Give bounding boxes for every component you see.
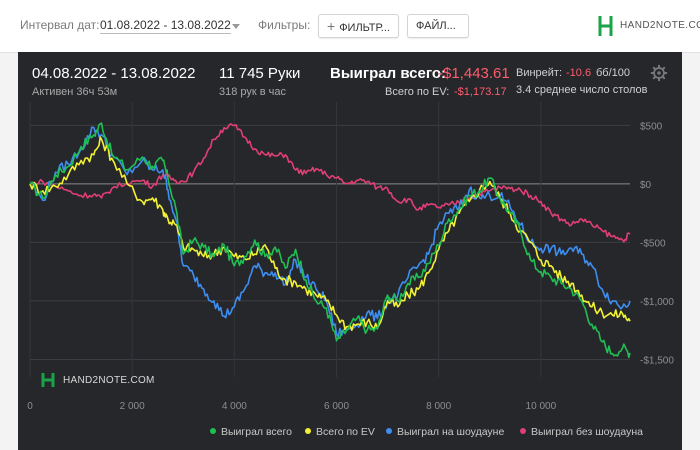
legend-label: Выиграл без шоудауна	[531, 426, 643, 438]
y-tick-label: -$500	[640, 238, 666, 249]
filters-label: Фильтры:	[258, 18, 311, 32]
winnings-chart[interactable]: $500 $0 -$500 -$1,000 -$1,500 0 2 000 4 000 6 00…	[18, 52, 682, 420]
series-line-0	[29, 122, 631, 359]
legend-dot	[305, 428, 311, 435]
file-button-label: ФАЙЛ...	[416, 20, 456, 32]
x-tick-label: 2 000	[120, 401, 145, 412]
y-tick-label: $0	[640, 180, 652, 191]
legend-dot	[386, 428, 392, 435]
watermark-text: HAND2NOTE.COM	[63, 375, 155, 386]
legend-item-won-non-showdown[interactable]: Выиграл без шоудауна	[520, 426, 643, 438]
x-tick-label: 10 000	[526, 401, 557, 412]
x-tick-label: 4 000	[222, 401, 247, 412]
filter-button[interactable]: + ФИЛЬТР...	[318, 14, 399, 38]
y-tick-label: -$1,000	[640, 297, 674, 308]
file-button[interactable]: ФАЙЛ...	[407, 14, 469, 38]
interval-label: Интервал дат:	[20, 18, 100, 32]
legend-dot	[520, 428, 526, 435]
legend-label: Выиграл всего	[221, 426, 292, 438]
x-tick-label: 0	[27, 401, 33, 412]
y-tick-label: $500	[640, 121, 663, 132]
legend-label: Всего по EV	[316, 426, 375, 438]
legend-item-won-total[interactable]: Выиграл всего	[210, 426, 292, 438]
chart-ticks: $500 $0 -$500 -$1,000 -$1,500 0 2 000 4 000 6 00…	[27, 121, 674, 412]
chevron-down-icon[interactable]	[232, 24, 240, 29]
y-tick-label: -$1,500	[640, 355, 674, 366]
filter-button-label: ФИЛЬТР...	[339, 22, 390, 34]
legend-dot	[210, 428, 216, 435]
series-line-3	[29, 123, 631, 243]
brand-name: HAND2NOTE.COM	[620, 20, 700, 31]
chart-series	[29, 122, 631, 359]
legend-label: Выиграл на шоудауне	[397, 426, 505, 438]
legend-item-won-showdown[interactable]: Выиграл на шоудауне	[386, 426, 504, 438]
legend-item-ev-total[interactable]: Всего по EV	[305, 426, 375, 438]
plus-icon: +	[327, 18, 336, 34]
hand2note-watermark-icon	[41, 373, 55, 387]
chart-grid	[29, 102, 630, 377]
date-range-picker[interactable]: 01.08.2022 - 13.08.2022	[100, 18, 231, 34]
filter-bar: Интервал дат: 01.08.2022 - 13.08.2022 Фи…	[0, 0, 700, 53]
x-tick-label: 8 000	[426, 401, 451, 412]
hand2note-logo-icon	[598, 16, 613, 36]
x-tick-label: 6 000	[324, 401, 349, 412]
